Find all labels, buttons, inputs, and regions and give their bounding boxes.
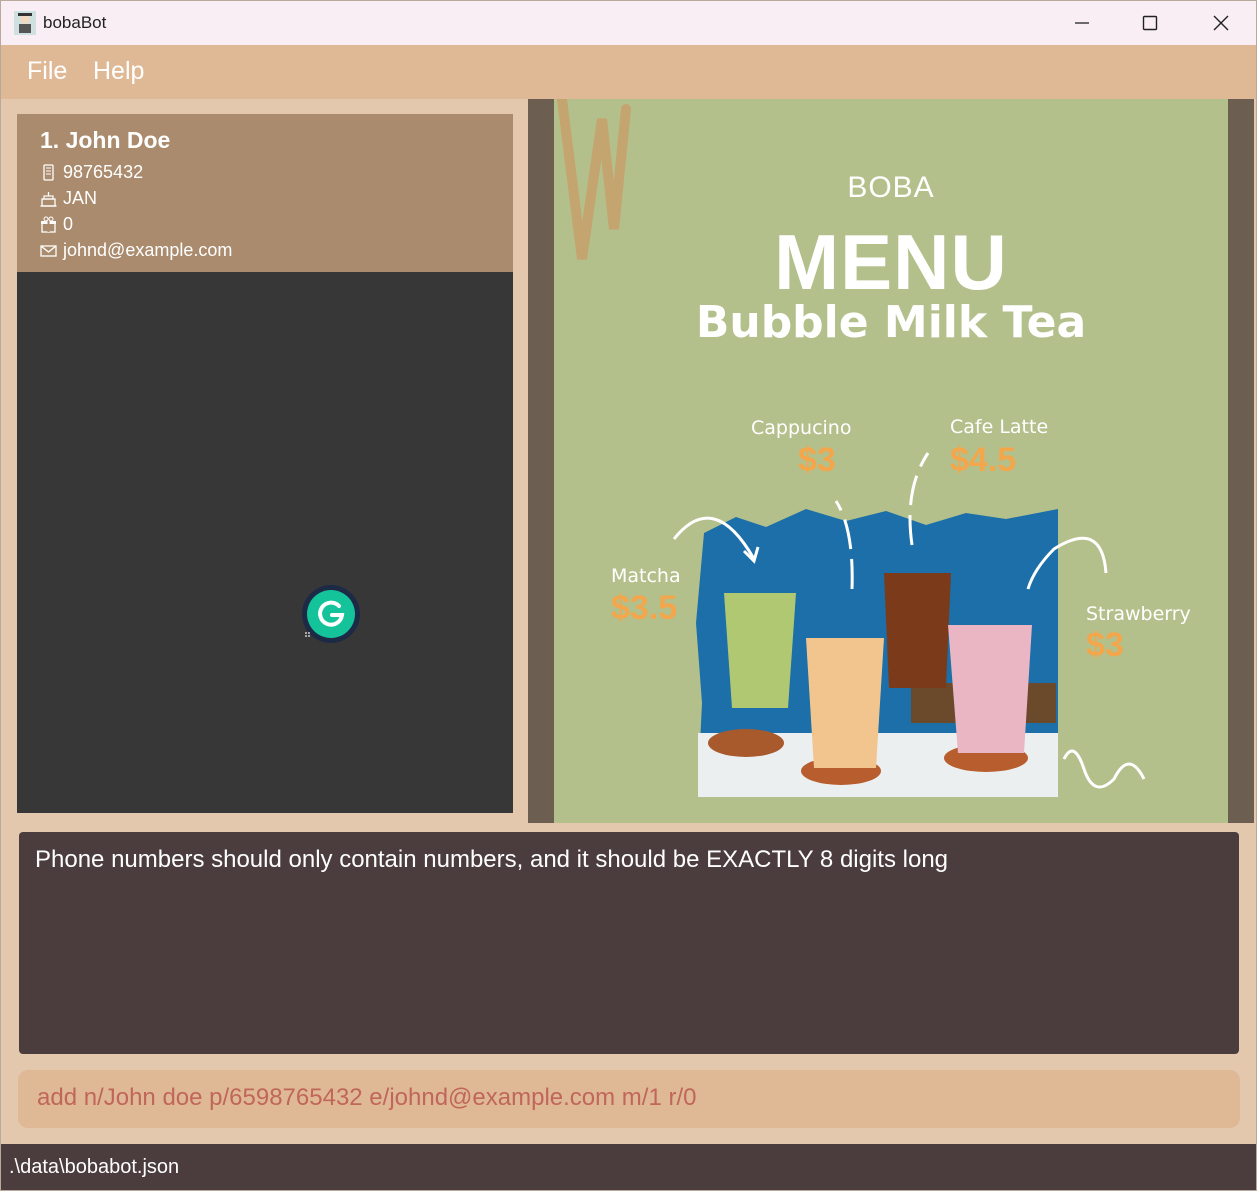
birthday-cake-icon <box>40 192 57 207</box>
email-value: johnd@example.com <box>63 240 233 260</box>
grammarly-icon[interactable] <box>301 584 361 644</box>
data-file-path: .\data\bobabot.json <box>9 1156 180 1178</box>
minimize-button[interactable] <box>1059 7 1105 39</box>
phone-value: 98765432 <box>63 162 144 182</box>
birthday-value: JAN <box>63 188 98 208</box>
rewards-value: 0 <box>63 214 74 234</box>
menu-poster-frame: BOBA MENU Bubble Milk Tea Cappucino $3 C… <box>528 99 1254 823</box>
app-icon <box>14 11 36 35</box>
email-row: johnd@example.com <box>40 240 232 261</box>
result-message: Phone numbers should only contain number… <box>35 846 949 873</box>
gift-icon <box>41 216 56 233</box>
rewards-row: 0 <box>40 214 73 235</box>
email-icon <box>40 245 57 257</box>
maximize-button[interactable] <box>1127 7 1173 39</box>
person-card[interactable]: 1. John Doe 98765432 JAN 0 johnd@example… <box>17 114 513 272</box>
person-name: 1. John Doe <box>40 127 171 153</box>
app-window: bobaBot File Help 1. John Doe 98765432 J… <box>0 0 1257 1191</box>
result-display[interactable]: Phone numbers should only contain number… <box>19 832 1239 1054</box>
close-icon <box>1213 15 1229 31</box>
phone-row: 98765432 <box>40 162 143 183</box>
close-button[interactable] <box>1198 7 1244 39</box>
command-box[interactable]: add n/John doe p/6598765432 e/johnd@exam… <box>18 1070 1240 1128</box>
menu-poster: BOBA MENU Bubble Milk Tea Cappucino $3 C… <box>554 99 1228 823</box>
menu-bar: File Help <box>1 45 1256 99</box>
command-input[interactable]: add n/John doe p/6598765432 e/johnd@exam… <box>37 1084 696 1112</box>
phone-icon <box>43 164 54 181</box>
maximize-icon <box>1142 15 1158 31</box>
person-list[interactable]: 1. John Doe 98765432 JAN 0 johnd@example… <box>17 114 513 813</box>
window-title: bobaBot <box>43 13 107 32</box>
menu-help[interactable]: Help <box>93 57 144 86</box>
poster-arrows <box>672 452 1146 789</box>
status-bar: .\data\bobabot.json <box>1 1144 1256 1190</box>
minimize-icon <box>1075 22 1089 24</box>
menu-file[interactable]: File <box>27 57 67 86</box>
birthday-row: JAN <box>40 188 97 209</box>
title-bar: bobaBot <box>1 1 1256 45</box>
